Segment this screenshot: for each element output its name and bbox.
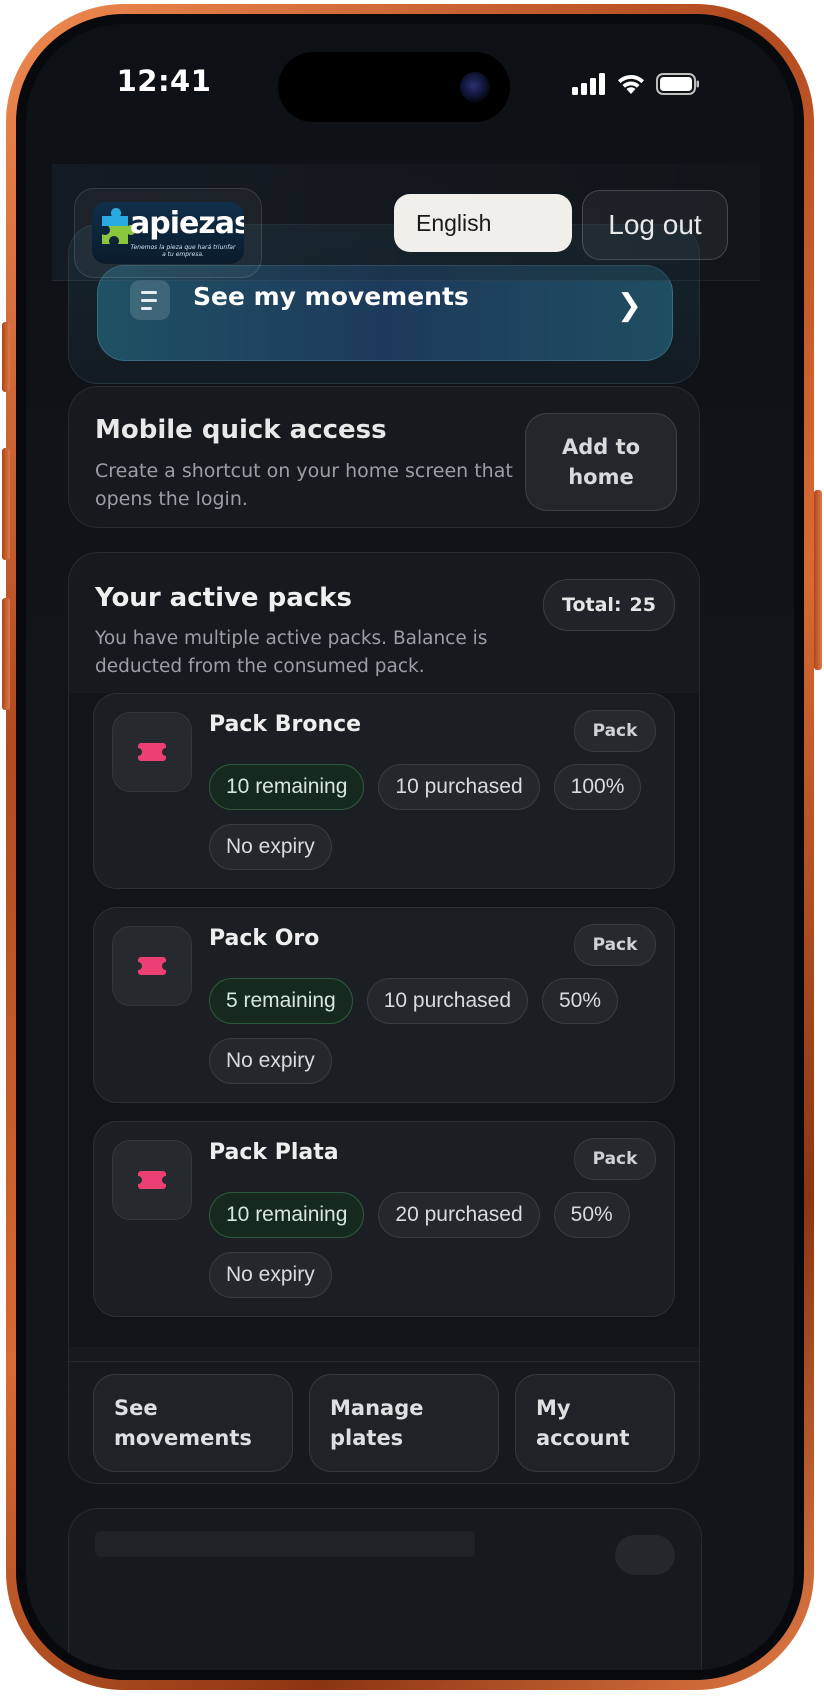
percent-chip: 50% [542,978,619,1024]
next-card [68,1508,702,1670]
logo-wordmark: apiezas [130,206,244,241]
top-bar: apiezas Tenemos la pieza que hará triunf… [52,164,760,281]
my-account-label: My account [536,1396,630,1450]
purchased-chip: 10 purchased [366,978,528,1024]
ticket-icon [112,1140,192,1220]
logo-image: apiezas Tenemos la pieza que hará triunf… [92,202,244,264]
volume-down-button [2,598,10,710]
pack-type-badge: Pack [574,710,656,752]
percent-chip: 50% [553,1192,630,1238]
status-icons [572,70,700,98]
pack-list[interactable]: Pack Bronce Pack 10 remaining 10 purchas… [69,693,699,1347]
total-value: 25 [629,594,656,616]
pack-item[interactable]: Pack Plata Pack 10 remaining 20 purchase… [93,1121,675,1317]
pack-type-badge: Pack [574,1138,656,1180]
manage-plates-button[interactable]: Manage plates [309,1374,499,1472]
total-label: Total: [562,594,622,616]
see-movements-button[interactable]: See movements [93,1374,293,1472]
pack-name: Pack Plata [209,1140,339,1165]
power-button [814,490,822,670]
pack-name: Pack Bronce [209,712,362,737]
see-movements-label: See movements [114,1396,252,1450]
see-my-movements-label: See my movements [193,282,469,311]
add-to-home-button[interactable]: Add to home [525,413,677,511]
pack-name: Pack Oro [209,926,320,951]
expiry-chip: No expiry [209,1038,332,1084]
remaining-chip: 10 remaining [209,1192,365,1238]
manage-plates-label: Manage plates [330,1396,424,1450]
remaining-chip: 5 remaining [209,978,353,1024]
logo-tagline: Tenemos la pieza que hará triunfar a tu … [130,244,236,258]
action-button [2,322,10,392]
screen: See my movements ❯ Mobile quick access C… [26,24,794,1670]
active-packs-title: Your active packs [95,583,352,613]
ticket-icon [112,712,192,792]
dynamic-island [278,52,510,122]
active-packs-description: You have multiple active packs. Balance … [95,628,488,677]
logout-button[interactable]: Log out [582,190,728,260]
total-badge: Total: 25 [543,579,675,631]
next-card-badge [615,1535,675,1575]
quick-access-card: Mobile quick access Create a shortcut on… [68,386,700,528]
my-account-button[interactable]: My account [515,1374,675,1472]
expiry-chip: No expiry [209,824,332,870]
percent-chip: 100% [553,764,642,810]
next-card-title-placeholder [95,1531,475,1557]
camera-icon [460,72,490,102]
purchased-chip: 20 purchased [378,1192,540,1238]
pack-item[interactable]: Pack Oro Pack 5 remaining 10 purchased 5… [93,907,675,1103]
wifi-icon [618,74,644,94]
list-icon [130,280,170,320]
pack-item[interactable]: Pack Bronce Pack 10 remaining 10 purchas… [93,693,675,889]
active-packs-card: Your active packs You have multiple acti… [68,552,700,1484]
logo[interactable]: apiezas Tenemos la pieza que hará triunf… [74,188,262,278]
pack-type-badge: Pack [574,924,656,966]
ticket-icon [112,926,192,1006]
volume-up-button [2,448,10,560]
language-select[interactable]: English [394,194,572,252]
pack-actions: See movements Manage plates My account [69,1361,699,1486]
purchased-chip: 10 purchased [378,764,540,810]
status-time: 12:41 [116,64,212,98]
signal-icon [572,73,605,95]
remaining-chip: 10 remaining [209,764,365,810]
quick-access-description: Create a shortcut on your home screen th… [95,460,513,510]
expiry-chip: No expiry [209,1252,332,1298]
quick-access-title: Mobile quick access [95,415,387,445]
chevron-right-icon: ❯ [616,288,642,323]
battery-icon [656,73,699,95]
